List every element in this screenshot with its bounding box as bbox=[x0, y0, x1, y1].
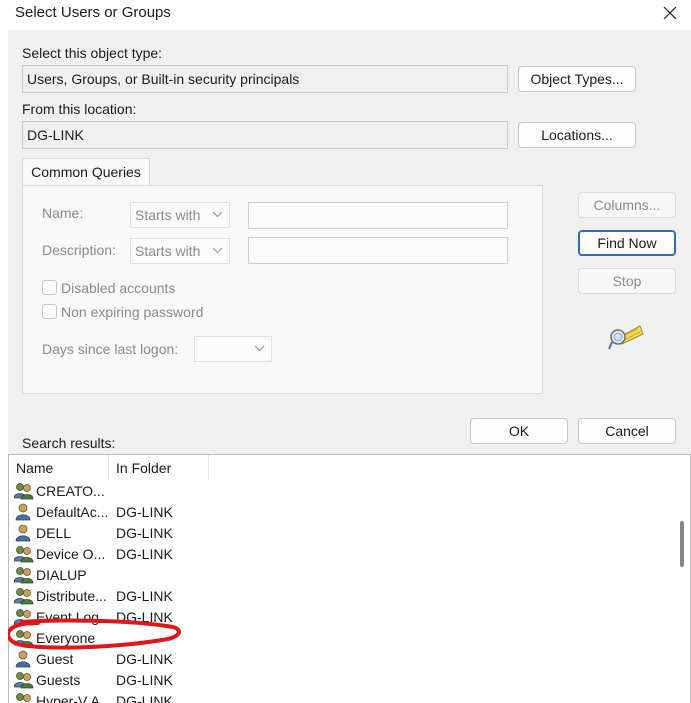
chevron-down-icon bbox=[212, 247, 223, 254]
non-expiring-password-label: Non expiring password bbox=[61, 304, 204, 320]
object-type-label: Select this object type: bbox=[22, 45, 163, 61]
user-icon bbox=[15, 524, 31, 542]
row-name: Everyone bbox=[36, 630, 96, 646]
group-icon bbox=[14, 609, 34, 626]
search-results-list[interactable]: Name In Folder CREATO... DefaultAc... DG-L… bbox=[8, 454, 691, 703]
description-label: Description: bbox=[42, 242, 116, 258]
row-folder: DG-LINK bbox=[116, 525, 173, 541]
user-icon bbox=[15, 503, 31, 521]
row-name: DELL bbox=[36, 525, 72, 541]
table-row[interactable]: Guests DG-LINK bbox=[9, 670, 674, 691]
days-since-logon-label: Days since last logon: bbox=[42, 341, 179, 357]
description-mode-dropdown[interactable]: Starts with bbox=[130, 238, 230, 264]
days-since-logon-dropdown[interactable] bbox=[194, 336, 272, 362]
column-header-name[interactable]: Name bbox=[9, 455, 109, 480]
table-row[interactable]: Distribute... DG-LINK bbox=[9, 586, 674, 607]
table-row[interactable]: DIALUP bbox=[9, 565, 674, 586]
table-row[interactable]: Device O... DG-LINK bbox=[9, 544, 674, 565]
group-icon bbox=[14, 672, 34, 689]
row-folder: DG-LINK bbox=[116, 588, 173, 604]
description-input[interactable] bbox=[248, 237, 508, 264]
location-label: From this location: bbox=[22, 101, 137, 117]
group-icon bbox=[14, 567, 34, 584]
window-title: Select Users or Groups bbox=[15, 4, 171, 21]
group-icon bbox=[14, 546, 34, 563]
table-row[interactable]: Event Log ... DG-LINK bbox=[9, 607, 674, 628]
row-folder: DG-LINK bbox=[116, 693, 173, 703]
disabled-accounts-label: Disabled accounts bbox=[61, 280, 176, 296]
table-row[interactable]: Hyper-V A... DG-LINK bbox=[9, 691, 674, 703]
row-name: DIALUP bbox=[36, 567, 87, 583]
columns-button[interactable]: Columns... bbox=[578, 192, 676, 218]
common-queries-panel: Name: Starts with Description: Starts wi… bbox=[22, 185, 543, 394]
non-expiring-password-checkbox[interactable] bbox=[42, 304, 57, 319]
name-mode-value: Starts with bbox=[135, 207, 201, 223]
object-types-button[interactable]: Object Types... bbox=[518, 66, 636, 92]
name-label: Name: bbox=[42, 205, 84, 221]
table-row[interactable]: DELL DG-LINK bbox=[9, 523, 674, 544]
ok-button[interactable]: OK bbox=[470, 418, 568, 444]
description-mode-value: Starts with bbox=[135, 243, 201, 259]
row-folder: DG-LINK bbox=[116, 651, 173, 667]
flashlight-search-icon bbox=[608, 325, 644, 350]
name-input[interactable] bbox=[248, 202, 508, 229]
chevron-down-icon bbox=[212, 211, 223, 218]
close-button[interactable] bbox=[648, 0, 691, 28]
locations-button[interactable]: Locations... bbox=[518, 122, 636, 148]
group-icon bbox=[16, 693, 31, 702]
row-name: CREATO... bbox=[36, 483, 105, 499]
chevron-down-icon bbox=[254, 345, 265, 352]
vertical-scrollbar[interactable] bbox=[674, 455, 690, 703]
row-folder: DG-LINK bbox=[116, 546, 173, 562]
row-name: Guest bbox=[36, 651, 74, 667]
table-row[interactable]: Guest DG-LINK bbox=[9, 649, 674, 670]
row-name: Guests bbox=[36, 672, 81, 688]
scrollbar-thumb[interactable] bbox=[680, 521, 684, 567]
disabled-accounts-checkbox[interactable] bbox=[42, 280, 57, 295]
group-icon bbox=[14, 630, 34, 647]
cancel-button[interactable]: Cancel bbox=[578, 418, 676, 444]
stop-button[interactable]: Stop bbox=[578, 268, 676, 294]
dialog-body: Select this object type: Users, Groups, … bbox=[8, 30, 691, 703]
table-row[interactable]: CREATO... bbox=[9, 481, 674, 502]
search-results-label: Search results: bbox=[22, 435, 116, 451]
find-now-button[interactable]: Find Now bbox=[578, 230, 676, 256]
row-folder: DG-LINK bbox=[116, 672, 173, 688]
row-name: DefaultAc... bbox=[36, 504, 108, 520]
row-name: Event Log ... bbox=[36, 609, 108, 625]
object-type-field: Users, Groups, or Built-in security prin… bbox=[22, 65, 508, 93]
group-icon bbox=[14, 483, 34, 500]
table-row[interactable]: DefaultAc... DG-LINK bbox=[9, 502, 674, 523]
name-mode-dropdown[interactable]: Starts with bbox=[130, 202, 230, 228]
row-name: Device O... bbox=[36, 546, 106, 562]
row-folder: DG-LINK bbox=[116, 609, 173, 625]
row-name: Distribute... bbox=[36, 588, 107, 604]
tab-common-queries[interactable]: Common Queries bbox=[22, 158, 150, 186]
table-row[interactable]: Everyone bbox=[9, 628, 674, 649]
user-icon bbox=[15, 650, 31, 668]
row-folder: DG-LINK bbox=[116, 504, 173, 520]
group-icon bbox=[14, 588, 34, 605]
column-header-in-folder[interactable]: In Folder bbox=[109, 455, 209, 480]
title-bar: Select Users or Groups bbox=[0, 0, 691, 30]
row-name: Hyper-V A... bbox=[36, 693, 108, 703]
location-field: DG-LINK bbox=[22, 121, 508, 149]
close-icon bbox=[663, 6, 677, 20]
